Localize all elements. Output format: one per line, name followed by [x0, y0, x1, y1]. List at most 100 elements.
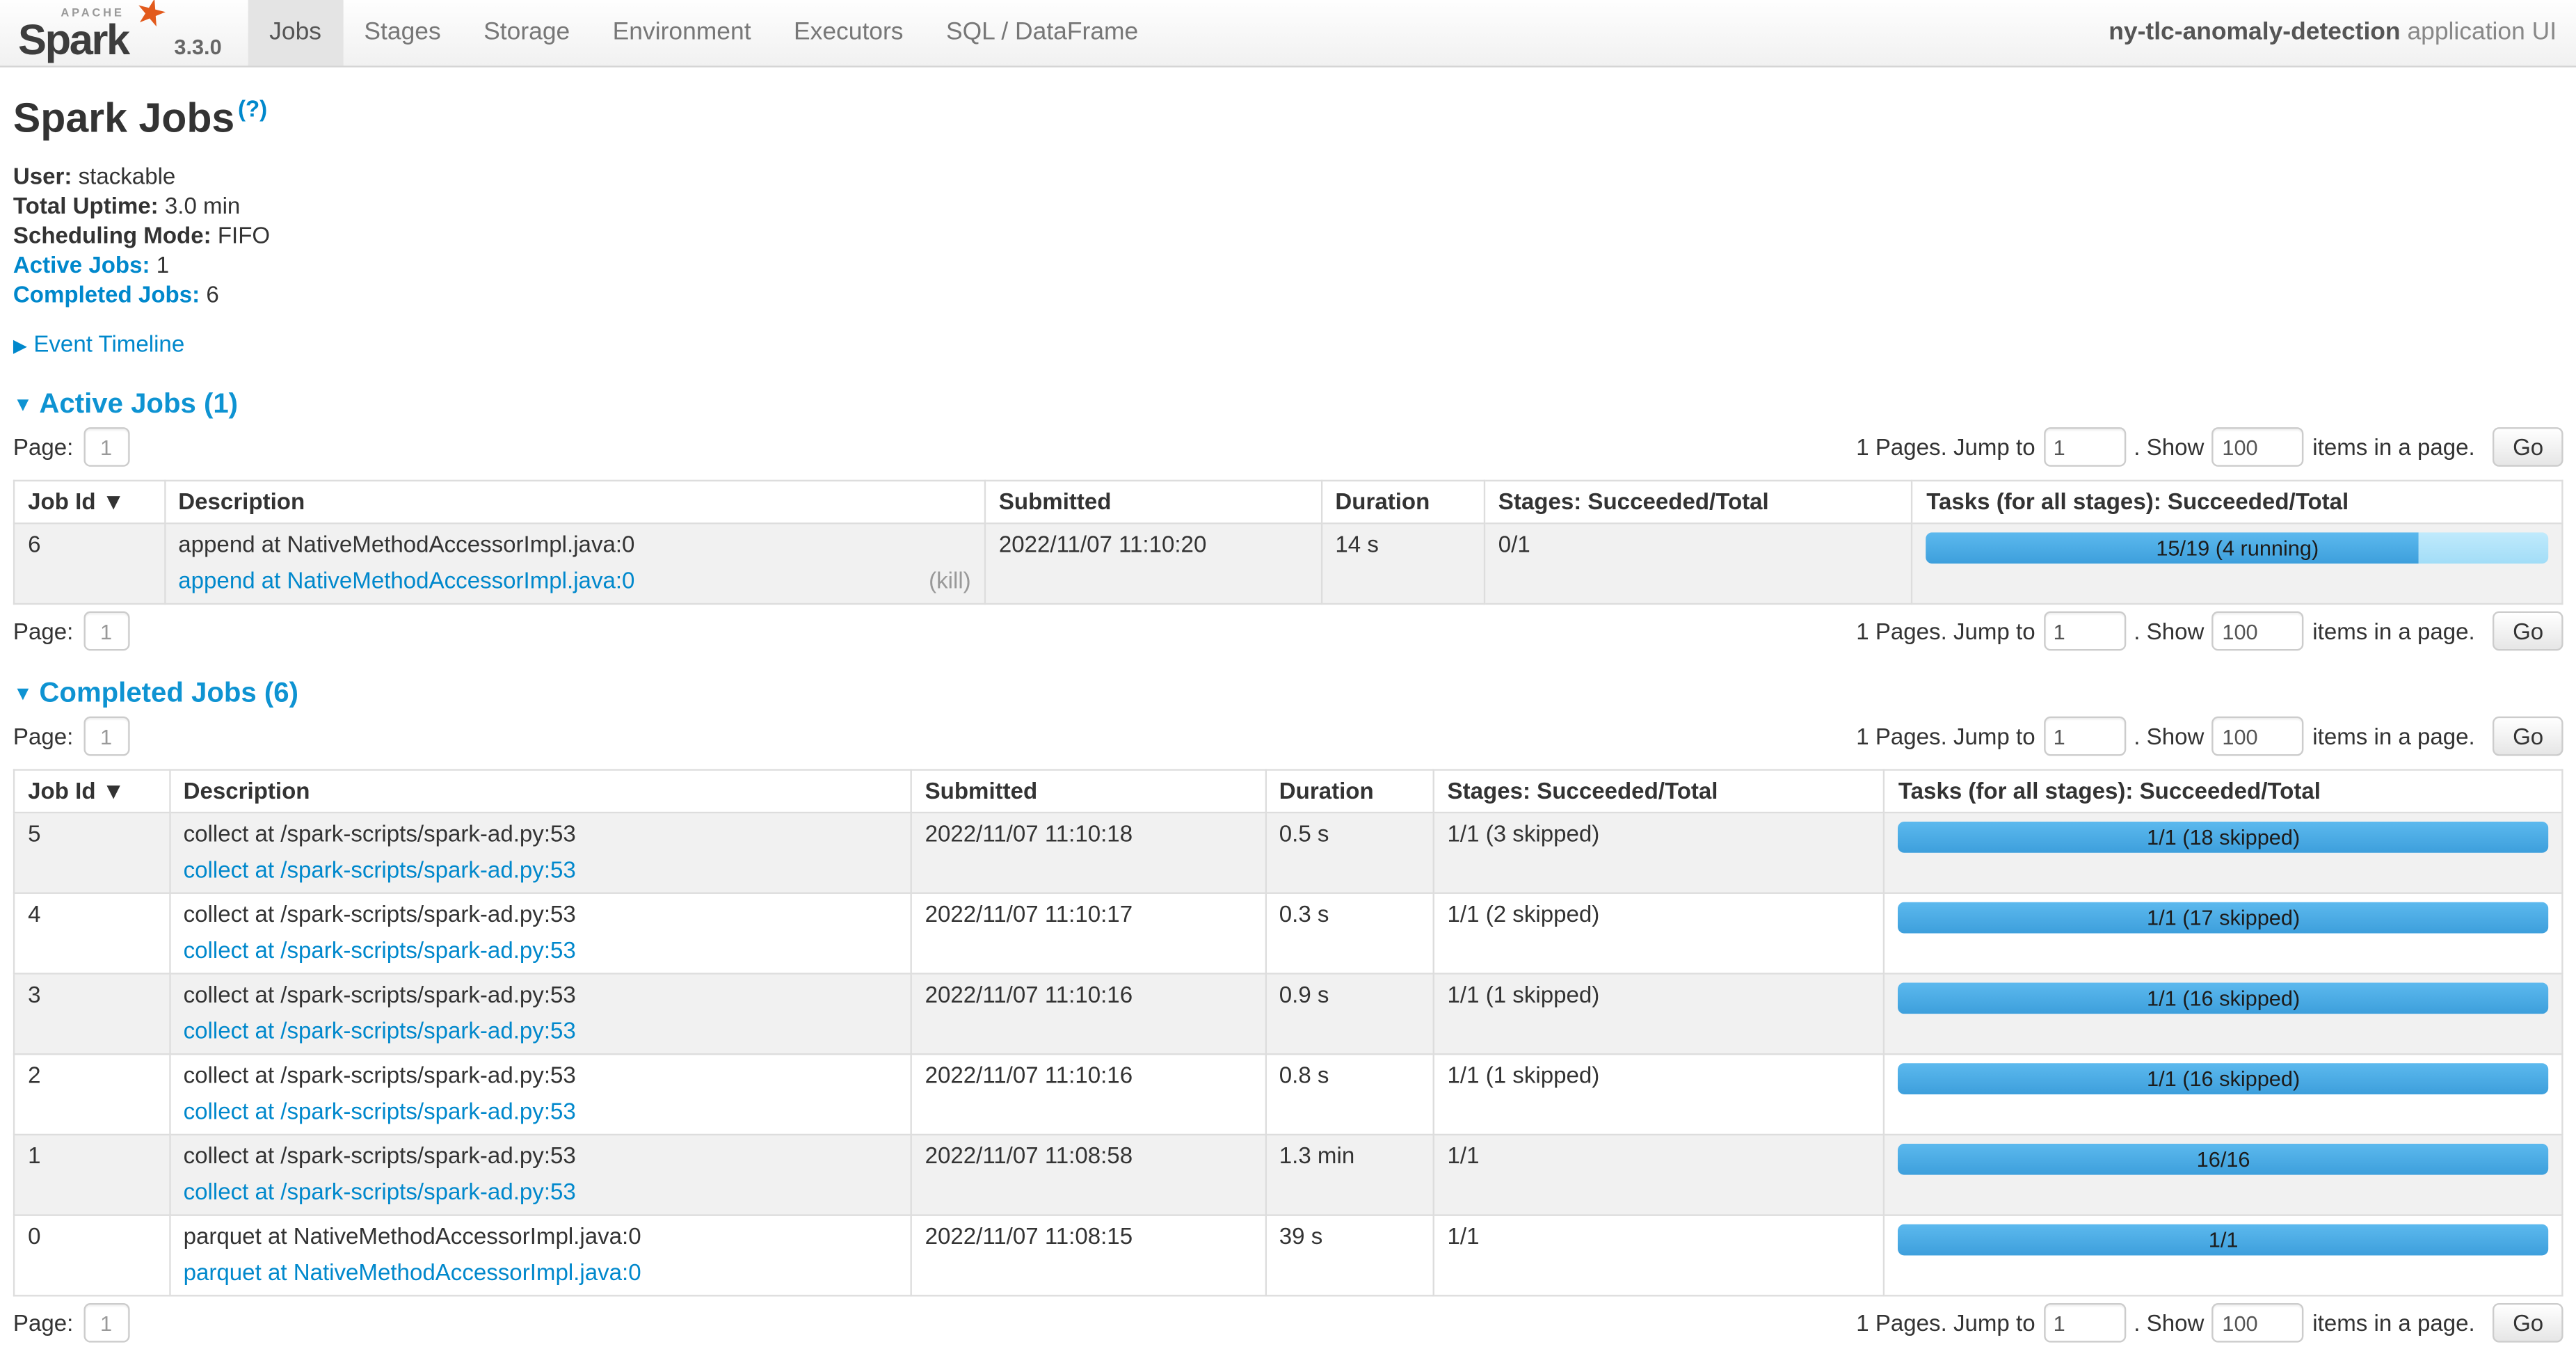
- active-jobs-section-header[interactable]: ▼Active Jobs (1): [13, 388, 2563, 421]
- job-description-cell: collect at /spark-scripts/spark-ad.py:53…: [170, 1055, 911, 1135]
- tasks-progress-bar: 1/1 (18 skipped): [1898, 822, 2548, 854]
- page-input[interactable]: [83, 717, 129, 757]
- spark-logo-mark: APACHE Spark ★: [17, 3, 161, 61]
- job-stages-cell: 1/1 (3 skipped): [1433, 813, 1884, 894]
- tab-jobs[interactable]: Jobs: [248, 0, 342, 65]
- table-row: 2 collect at /spark-scripts/spark-ad.py:…: [14, 1055, 2562, 1135]
- tab-environment[interactable]: Environment: [591, 0, 772, 65]
- job-duration-cell: 0.3 s: [1265, 893, 1434, 974]
- table-header-row: Job Id ▼ Description Submitted Duration …: [14, 481, 2562, 524]
- kill-link[interactable]: (kill): [929, 568, 971, 596]
- go-button[interactable]: Go: [2493, 717, 2563, 757]
- table-row: 4 collect at /spark-scripts/spark-ad.py:…: [14, 893, 2562, 974]
- col-header-stages[interactable]: Stages: Succeeded/Total: [1433, 770, 1884, 813]
- items-per-page-input[interactable]: [2212, 428, 2304, 468]
- help-link[interactable]: (?): [238, 95, 267, 122]
- items-per-page-input[interactable]: [2212, 717, 2304, 757]
- job-description-link[interactable]: collect at /spark-scripts/spark-ad.py:53: [184, 1018, 576, 1046]
- job-submitted-cell: 2022/11/07 11:10:17: [911, 893, 1265, 974]
- spark-star-icon: ★: [131, 0, 172, 35]
- job-description: append at NativeMethodAccessorImpl.java:…: [178, 532, 970, 559]
- job-description-link[interactable]: append at NativeMethodAccessorImpl.java:…: [178, 568, 634, 596]
- job-tasks-cell: 1/1: [1885, 1215, 2563, 1296]
- col-header-job-id[interactable]: Job Id ▼: [14, 481, 164, 524]
- items-text: items in a page.: [2312, 618, 2474, 645]
- job-tasks-cell: 1/1 (17 skipped): [1885, 893, 2563, 974]
- progress-label: 1/1 (17 skipped): [1898, 902, 2548, 934]
- event-timeline-toggle[interactable]: ▶Event Timeline: [13, 331, 2563, 362]
- job-id-cell: 4: [14, 893, 169, 974]
- page-input[interactable]: [83, 612, 129, 651]
- tab-storage[interactable]: Storage: [462, 0, 591, 65]
- job-description-link[interactable]: collect at /spark-scripts/spark-ad.py:53: [184, 937, 576, 965]
- job-description: collect at /spark-scripts/spark-ad.py:53: [184, 901, 897, 929]
- job-description-cell: append at NativeMethodAccessorImpl.java:…: [164, 524, 985, 605]
- job-description-link[interactable]: collect at /spark-scripts/spark-ad.py:53: [184, 1099, 576, 1126]
- items-per-page-input[interactable]: [2212, 612, 2304, 651]
- job-stages-cell: 0/1: [1485, 524, 1912, 605]
- pagination-bar: Page: 1 Pages. Jump to . Show items in a…: [13, 1304, 2563, 1343]
- show-text: . Show: [2134, 618, 2204, 645]
- jump-to-page-input[interactable]: [2043, 1304, 2125, 1343]
- col-header-tasks[interactable]: Tasks (for all stages): Succeeded/Total: [1885, 770, 2563, 813]
- col-header-submitted[interactable]: Submitted: [985, 481, 1322, 524]
- job-description-cell: collect at /spark-scripts/spark-ad.py:53…: [170, 974, 911, 1055]
- pages-total-text: 1 Pages. Jump to: [1856, 618, 2035, 645]
- col-header-tasks[interactable]: Tasks (for all stages): Succeeded/Total: [1912, 481, 2562, 524]
- jump-to-page-input[interactable]: [2043, 612, 2125, 651]
- col-header-stages[interactable]: Stages: Succeeded/Total: [1485, 481, 1912, 524]
- spark-wordmark: Spark: [18, 15, 129, 65]
- summary-total-uptime: Total Uptime: 3.0 min: [13, 191, 2563, 221]
- nav-tabs: Jobs Stages Storage Environment Executor…: [248, 0, 1159, 65]
- col-header-submitted[interactable]: Submitted: [911, 770, 1265, 813]
- col-header-description[interactable]: Description: [170, 770, 911, 813]
- table-row: 5 collect at /spark-scripts/spark-ad.py:…: [14, 813, 2562, 894]
- go-button[interactable]: Go: [2493, 428, 2563, 468]
- job-duration-cell: 39 s: [1265, 1215, 1434, 1296]
- items-text: items in a page.: [2312, 724, 2474, 750]
- col-header-description[interactable]: Description: [164, 481, 985, 524]
- job-id-cell: 1: [14, 1135, 169, 1216]
- jump-to-page-input[interactable]: [2043, 428, 2125, 468]
- completed-jobs-section-header[interactable]: ▼Completed Jobs (6): [13, 678, 2563, 710]
- collapse-arrow-down-icon: ▼: [13, 393, 33, 416]
- tab-sql-dataframe[interactable]: SQL / DataFrame: [925, 0, 1160, 65]
- job-submitted-cell: 2022/11/07 11:08:15: [911, 1215, 1265, 1296]
- job-stages-cell: 1/1: [1433, 1215, 1884, 1296]
- col-header-job-id[interactable]: Job Id ▼: [14, 770, 169, 813]
- page-input[interactable]: [83, 428, 129, 468]
- active-jobs-anchor-link[interactable]: Active Jobs:: [13, 252, 150, 278]
- progress-label: 1/1: [1898, 1224, 2548, 1256]
- summary-user: User: stackable: [13, 161, 2563, 191]
- summary-completed-jobs: Completed Jobs: 6: [13, 280, 2563, 310]
- spark-logo[interactable]: APACHE Spark ★ 3.3.0: [0, 0, 248, 65]
- job-description-link[interactable]: collect at /spark-scripts/spark-ad.py:53: [184, 1179, 576, 1206]
- collapse-arrow-right-icon: ▶: [13, 337, 27, 357]
- table-row: 3 collect at /spark-scripts/spark-ad.py:…: [14, 974, 2562, 1055]
- tasks-progress-bar: 1/1: [1898, 1224, 2548, 1256]
- go-button[interactable]: Go: [2493, 612, 2563, 651]
- job-description-link[interactable]: parquet at NativeMethodAccessorImpl.java…: [184, 1259, 641, 1287]
- tab-executors[interactable]: Executors: [772, 0, 925, 65]
- page-label: Page:: [13, 1310, 73, 1336]
- job-tasks-cell: 1/1 (16 skipped): [1885, 1055, 2563, 1135]
- job-id-cell: 6: [14, 524, 164, 605]
- col-header-duration[interactable]: Duration: [1265, 770, 1434, 813]
- show-text: . Show: [2134, 724, 2204, 750]
- col-header-duration[interactable]: Duration: [1321, 481, 1484, 524]
- job-stages-cell: 1/1 (1 skipped): [1433, 974, 1884, 1055]
- job-stages-cell: 1/1: [1433, 1135, 1884, 1216]
- job-description: collect at /spark-scripts/spark-ad.py:53: [184, 982, 897, 1009]
- job-description-link[interactable]: collect at /spark-scripts/spark-ad.py:53: [184, 856, 576, 884]
- job-id-cell: 2: [14, 1055, 169, 1135]
- collapse-arrow-down-icon: ▼: [13, 683, 33, 705]
- jump-to-page-input[interactable]: [2043, 717, 2125, 757]
- job-submitted-cell: 2022/11/07 11:10:16: [911, 974, 1265, 1055]
- tasks-progress-bar: 1/1 (17 skipped): [1898, 902, 2548, 934]
- page-input[interactable]: [83, 1304, 129, 1343]
- progress-label: 1/1 (18 skipped): [1898, 822, 2548, 854]
- completed-jobs-anchor-link[interactable]: Completed Jobs:: [13, 282, 200, 308]
- go-button[interactable]: Go: [2493, 1304, 2563, 1343]
- items-per-page-input[interactable]: [2212, 1304, 2304, 1343]
- tab-stages[interactable]: Stages: [343, 0, 463, 65]
